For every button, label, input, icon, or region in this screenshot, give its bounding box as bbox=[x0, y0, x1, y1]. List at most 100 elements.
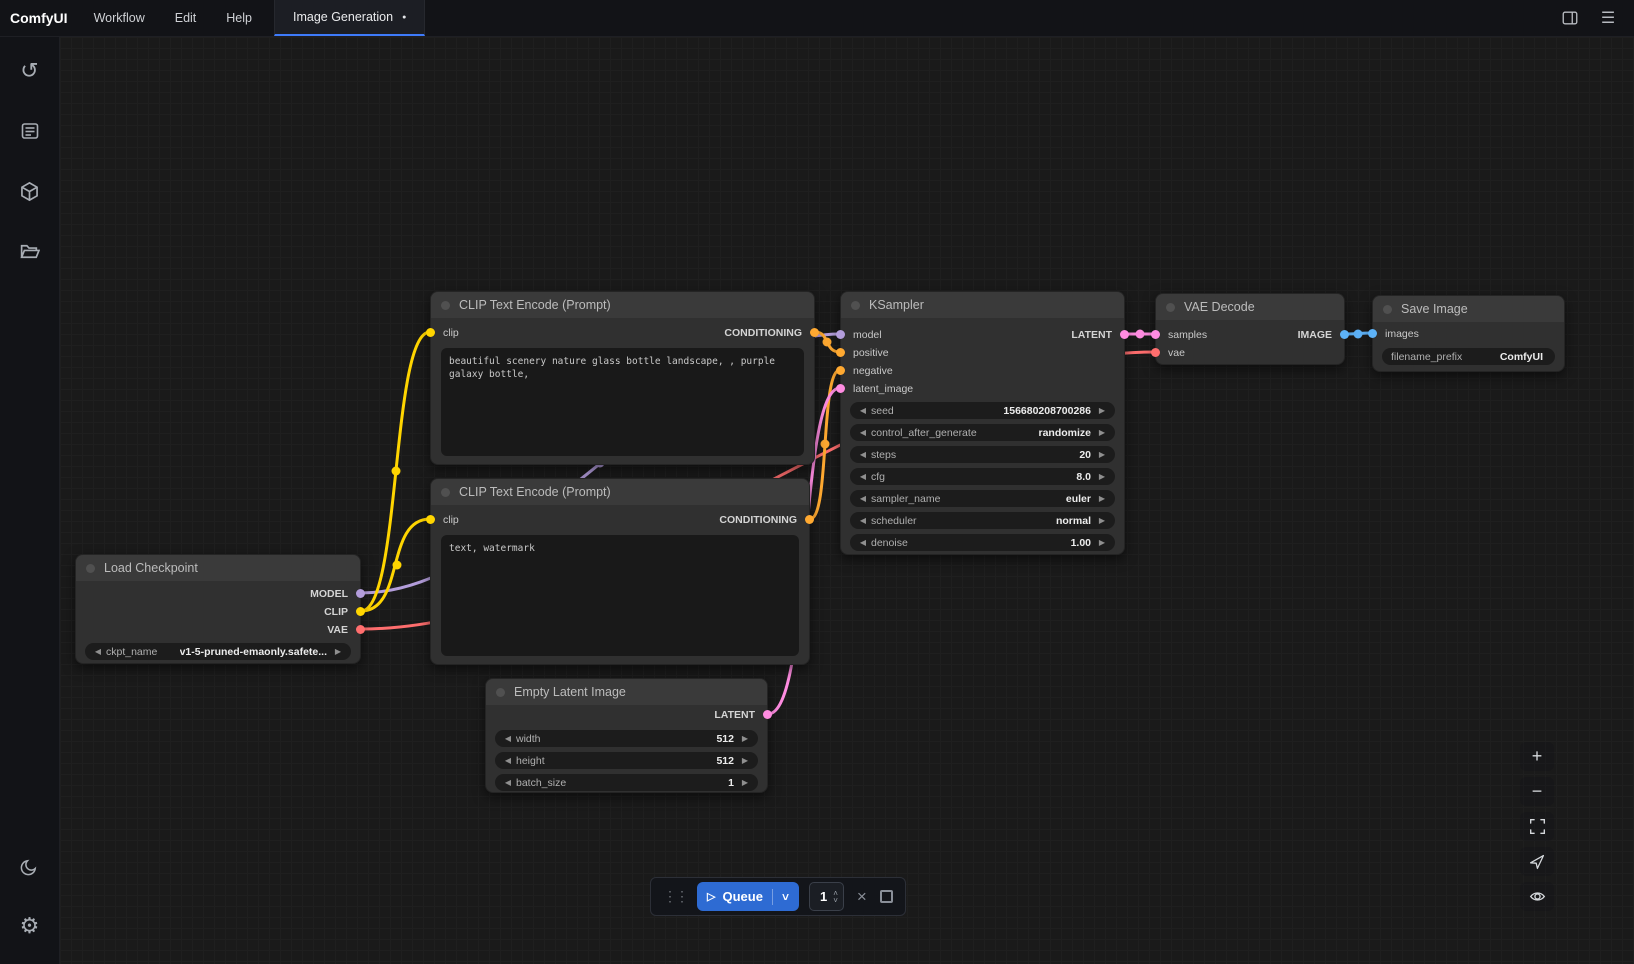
increment-arrow-icon[interactable]: ▶ bbox=[1096, 538, 1108, 547]
input-slot-clip[interactable] bbox=[426, 328, 435, 337]
output-slot-latent[interactable] bbox=[1120, 330, 1129, 339]
batch-count-input[interactable]: 1 ˄ ˅ bbox=[809, 882, 844, 911]
stop-icon[interactable] bbox=[880, 890, 893, 903]
widget-sampler-name[interactable]: ◀ sampler_name euler ▶ bbox=[850, 490, 1115, 507]
collapse-dot-icon[interactable] bbox=[441, 488, 450, 497]
output-slot-image[interactable] bbox=[1340, 330, 1349, 339]
output-slot-vae[interactable] bbox=[356, 625, 365, 634]
decrement-arrow-icon[interactable]: ◀ bbox=[502, 734, 514, 743]
menu-workflow[interactable]: Workflow bbox=[94, 11, 145, 25]
widget-seed[interactable]: ◀ seed 156680208700286 ▶ bbox=[850, 402, 1115, 419]
decrement-arrow-icon[interactable]: ◀ bbox=[857, 428, 869, 437]
tab-image-generation[interactable]: Image Generation ● bbox=[274, 0, 425, 36]
zoom-in-button[interactable]: + bbox=[1520, 742, 1554, 771]
decrement-arrow-icon[interactable]: ◀ bbox=[502, 756, 514, 765]
decrement-arrow-icon[interactable]: ◀ bbox=[857, 406, 869, 415]
input-slot-vae[interactable] bbox=[1151, 348, 1160, 357]
widget-steps[interactable]: ◀ steps 20 ▶ bbox=[850, 446, 1115, 463]
widget-control-after-generate[interactable]: ◀ control_after_generate randomize ▶ bbox=[850, 424, 1115, 441]
select-mode-button[interactable] bbox=[1520, 847, 1554, 876]
node-header[interactable]: Load Checkpoint bbox=[76, 555, 360, 581]
prompt-textarea[interactable]: beautiful scenery nature glass bottle la… bbox=[441, 348, 804, 456]
decrement-arrow-icon[interactable]: ◀ bbox=[502, 778, 514, 787]
queue-button[interactable]: ▷ Queue ˅ bbox=[697, 882, 799, 911]
node-header[interactable]: KSampler bbox=[841, 292, 1124, 318]
node-save-image[interactable]: Save Image images filename_prefix ComfyU… bbox=[1372, 295, 1565, 372]
input-slot-samples[interactable] bbox=[1151, 330, 1160, 339]
increment-arrow-icon[interactable]: ▶ bbox=[739, 734, 751, 743]
widget-scheduler[interactable]: ◀ scheduler normal ▶ bbox=[850, 512, 1115, 529]
toggle-link-visibility-button[interactable] bbox=[1520, 882, 1554, 911]
drag-handle-icon[interactable]: ⋮⋮ bbox=[663, 888, 687, 905]
node-clip-text-encode-positive[interactable]: CLIP Text Encode (Prompt) clip CONDITION… bbox=[430, 291, 815, 465]
increment-arrow-icon[interactable]: ▶ bbox=[739, 756, 751, 765]
increment-arrow-icon[interactable]: ▶ bbox=[1096, 428, 1108, 437]
widget-filename-prefix[interactable]: filename_prefix ComfyUI bbox=[1382, 348, 1555, 365]
decrement-arrow-icon[interactable]: ◀ bbox=[857, 450, 869, 459]
node-header[interactable]: Empty Latent Image bbox=[486, 679, 767, 705]
app-logo[interactable]: ComfyUI bbox=[0, 0, 80, 36]
collapse-dot-icon[interactable] bbox=[851, 301, 860, 310]
widget-cfg[interactable]: ◀ cfg 8.0 ▶ bbox=[850, 468, 1115, 485]
node-empty-latent-image[interactable]: Empty Latent Image LATENT ◀ width 512 ▶ … bbox=[485, 678, 768, 793]
output-slot-latent[interactable] bbox=[763, 710, 772, 719]
sidebar-item-model-library[interactable] bbox=[10, 171, 50, 211]
node-header[interactable]: CLIP Text Encode (Prompt) bbox=[431, 292, 814, 318]
zoom-out-button[interactable]: − bbox=[1520, 777, 1554, 806]
input-slot-latent-image[interactable] bbox=[836, 384, 845, 393]
collapse-dot-icon[interactable] bbox=[496, 688, 505, 697]
increment-arrow-icon[interactable]: ▶ bbox=[332, 647, 344, 656]
node-header[interactable]: CLIP Text Encode (Prompt) bbox=[431, 479, 809, 505]
decrement-arrow-icon[interactable]: ◀ bbox=[857, 538, 869, 547]
menu-help[interactable]: Help bbox=[226, 11, 252, 25]
toggle-panel-button[interactable] bbox=[1560, 8, 1580, 28]
output-label-clip: CLIP bbox=[324, 606, 348, 618]
increment-arrow-icon[interactable]: ▶ bbox=[1096, 472, 1108, 481]
hamburger-menu-button[interactable]: ☰ bbox=[1598, 8, 1618, 28]
collapse-dot-icon[interactable] bbox=[1383, 305, 1392, 314]
increment-arrow-icon[interactable]: ▶ bbox=[1096, 450, 1108, 459]
sidebar-item-node-library[interactable] bbox=[10, 111, 50, 151]
output-slot-conditioning[interactable] bbox=[805, 515, 814, 524]
theme-toggle-button[interactable] bbox=[10, 846, 50, 886]
collapse-dot-icon[interactable] bbox=[1166, 303, 1175, 312]
widget-ckpt-name[interactable]: ◀ ckpt_name v1-5-pruned-emaonly.safete..… bbox=[85, 643, 351, 660]
sidebar-item-queue-history[interactable]: ↺ bbox=[10, 51, 50, 91]
widget-width[interactable]: ◀ width 512 ▶ bbox=[495, 730, 758, 747]
queue-options-chevron-icon[interactable]: ˅ bbox=[782, 890, 789, 904]
collapse-dot-icon[interactable] bbox=[86, 564, 95, 573]
node-header[interactable]: Save Image bbox=[1373, 296, 1564, 322]
increment-arrow-icon[interactable]: ▶ bbox=[1096, 406, 1108, 415]
sidebar-item-workflows[interactable] bbox=[10, 231, 50, 271]
decrement-arrow-icon[interactable]: ◀ bbox=[857, 494, 869, 503]
node-load-checkpoint[interactable]: Load Checkpoint MODEL CLIP VAE ◀ ckpt_na… bbox=[75, 554, 361, 664]
output-slot-clip[interactable] bbox=[356, 607, 365, 616]
decrement-arrow-icon[interactable]: ◀ bbox=[857, 472, 869, 481]
input-slot-images[interactable] bbox=[1368, 329, 1377, 338]
decrement-arrow-icon[interactable]: ◀ bbox=[92, 647, 104, 656]
settings-button[interactable]: ⚙ bbox=[10, 906, 50, 946]
prompt-textarea[interactable]: text, watermark bbox=[441, 535, 799, 656]
decrement-arrow-icon[interactable]: ◀ bbox=[857, 516, 869, 525]
menu-edit[interactable]: Edit bbox=[175, 11, 197, 25]
collapse-dot-icon[interactable] bbox=[441, 301, 450, 310]
node-ksampler[interactable]: KSampler model LATENT positive negative … bbox=[840, 291, 1125, 555]
node-vae-decode[interactable]: VAE Decode samples IMAGE vae bbox=[1155, 293, 1345, 365]
input-slot-positive[interactable] bbox=[836, 348, 845, 357]
increment-arrow-icon[interactable]: ▶ bbox=[1096, 494, 1108, 503]
widget-batch-size[interactable]: ◀ batch_size 1 ▶ bbox=[495, 774, 758, 791]
increment-arrow-icon[interactable]: ▶ bbox=[1096, 516, 1108, 525]
node-clip-text-encode-negative[interactable]: CLIP Text Encode (Prompt) clip CONDITION… bbox=[430, 478, 810, 665]
widget-denoise[interactable]: ◀ denoise 1.00 ▶ bbox=[850, 534, 1115, 551]
fit-view-button[interactable] bbox=[1520, 812, 1554, 841]
input-slot-negative[interactable] bbox=[836, 366, 845, 375]
widget-height[interactable]: ◀ height 512 ▶ bbox=[495, 752, 758, 769]
decrement-count-icon[interactable]: ˅ bbox=[833, 897, 838, 904]
input-slot-clip[interactable] bbox=[426, 515, 435, 524]
output-slot-model[interactable] bbox=[356, 589, 365, 598]
output-slot-conditioning[interactable] bbox=[810, 328, 819, 337]
input-slot-model[interactable] bbox=[836, 330, 845, 339]
node-header[interactable]: VAE Decode bbox=[1156, 294, 1344, 320]
clear-queue-icon[interactable]: × bbox=[854, 887, 870, 907]
increment-arrow-icon[interactable]: ▶ bbox=[739, 778, 751, 787]
